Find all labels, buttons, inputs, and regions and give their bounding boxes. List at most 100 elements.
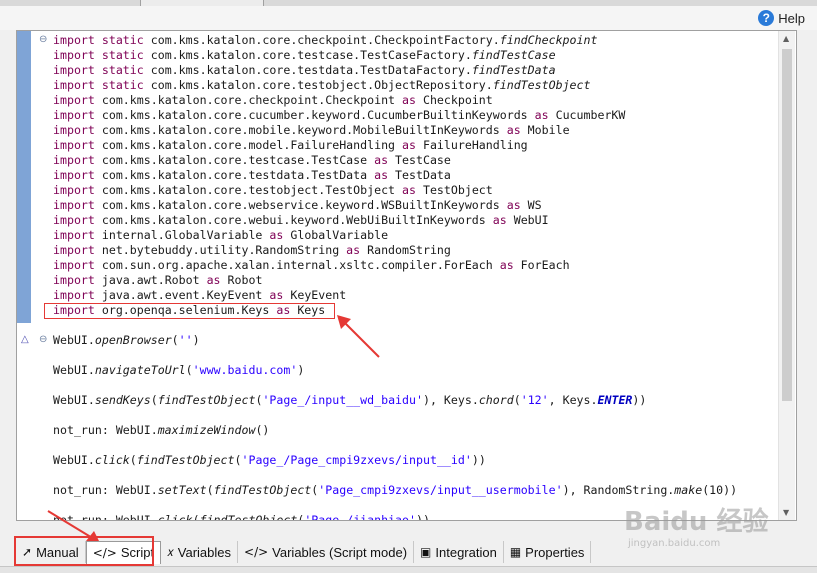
tab-script[interactable]: </> Script [85, 540, 162, 564]
code-token: internal.GlobalVariable [94, 228, 270, 242]
code-token: 'Page_/Page_cmpi9zxevs/input__id' [241, 453, 472, 467]
tab-variables-script-mode[interactable]: </> Variables (Script mode) [238, 541, 415, 563]
code-line[interactable]: not_run: WebUI.setText(findTestObject('P… [53, 483, 778, 498]
code-token: ( [206, 483, 214, 497]
code-token: as [499, 258, 514, 272]
code-token: setText [157, 483, 207, 497]
tab-manual[interactable]: ➚ Manual [16, 541, 86, 563]
tab-variables[interactable]: 𝑥 Variables [161, 541, 239, 563]
editor-mode-tabs: ➚ Manual </> Script 𝑥 Variables </> Variables (… [16, 540, 592, 564]
code-token: as [206, 273, 221, 287]
fold-marker-icon[interactable]: △ [21, 334, 29, 345]
code-line[interactable]: import com.kms.katalon.core.webui.keywor… [53, 213, 778, 228]
code-token: ( [171, 333, 179, 347]
code-token: 'Page_/input__wd_baidu' [262, 393, 423, 407]
code-line[interactable]: WebUI.navigateToUrl('www.baidu.com') [53, 363, 778, 378]
code-token: WebUI. [53, 363, 95, 377]
code-token: com.kms.katalon.core.checkpoint.Checkpoi… [143, 33, 500, 47]
tab-properties[interactable]: ▦ Properties [504, 541, 592, 563]
code-token: '' [178, 333, 193, 347]
script-editor[interactable]: ⊖ △ ⊖ import static com.kms.katalon.core… [16, 30, 797, 521]
code-line[interactable]: import java.awt.Robot as Robot [53, 273, 778, 288]
scrollbar-thumb[interactable] [782, 49, 792, 401]
code-token: as [346, 243, 361, 257]
code-line[interactable]: import com.kms.katalon.core.mobile.keywo… [53, 123, 778, 138]
code-token: com.kms.katalon.core.testobject.TestObje… [94, 183, 403, 197]
code-line[interactable]: WebUI.openBrowser('') [53, 333, 778, 348]
code-token: as [534, 108, 549, 122]
code-line[interactable]: import com.kms.katalon.core.testobject.T… [53, 183, 778, 198]
scroll-up-icon[interactable]: ▲ [783, 34, 789, 43]
tab-integration[interactable]: ▣ Integration [414, 541, 504, 563]
code-token: WebUI. [53, 333, 95, 347]
code-token: com.kms.katalon.core.cucumber.keyword.Cu… [94, 108, 535, 122]
code-line[interactable]: not_run: WebUI.click(findTestObject('Pag… [53, 513, 778, 521]
code-token: net.bytebuddy.utility.RandomString [94, 243, 347, 257]
scroll-down-icon[interactable]: ▼ [783, 508, 789, 517]
fold-collapse-icon[interactable]: ⊖ [39, 334, 47, 345]
code-text[interactable]: import static com.kms.katalon.core.check… [53, 33, 778, 521]
vertical-scrollbar[interactable]: ▲ ▼ [778, 31, 795, 520]
code-token: ), RandomString. [562, 483, 675, 497]
code-line[interactable]: import static com.kms.katalon.core.check… [53, 33, 778, 48]
code-line[interactable]: import com.kms.katalon.core.testdata.Tes… [53, 168, 778, 183]
fold-collapse-icon[interactable]: ⊖ [39, 34, 47, 45]
code-line[interactable]: import static com.kms.katalon.core.testc… [53, 48, 778, 63]
code-token: not_run: WebUI. [53, 423, 158, 437]
code-token: TestObject [415, 183, 493, 197]
code-token: maximizeWindow [157, 423, 256, 437]
code-line[interactable]: import com.kms.katalon.core.cucumber.key… [53, 108, 778, 123]
code-line[interactable]: import com.sun.org.apache.xalan.internal… [53, 258, 778, 273]
code-token: (10)) [702, 483, 738, 497]
code-token: Robot [220, 273, 263, 287]
code-token: ( [513, 393, 521, 407]
code-line[interactable]: import com.kms.katalon.core.testcase.Tes… [53, 153, 778, 168]
code-token: as [402, 183, 416, 197]
code-token: findTestObject [136, 453, 235, 467]
code-line[interactable]: import com.kms.katalon.core.model.Failur… [53, 138, 778, 153]
code-token: GlobalVariable [283, 228, 389, 242]
code-token: sendKeys [94, 393, 151, 407]
code-token: import [53, 153, 95, 167]
code-line[interactable]: import org.openqa.selenium.Keys as Keys [53, 303, 778, 318]
code-token: , Keys. [548, 393, 598, 407]
code-line[interactable]: import java.awt.event.KeyEvent as KeyEve… [53, 288, 778, 303]
code-token: import [53, 258, 95, 272]
code-token: com.kms.katalon.core.testcase.TestCaseFa… [143, 48, 472, 62]
code-line[interactable]: WebUI.sendKeys(findTestObject('Page_/inp… [53, 393, 778, 408]
help-icon: ? [758, 10, 775, 26]
code-line[interactable]: import static com.kms.katalon.core.testo… [53, 78, 778, 93]
help-button[interactable]: ? Help [758, 10, 805, 26]
code-token: ) [297, 363, 305, 377]
code-line[interactable]: import net.bytebuddy.utility.RandomStrin… [53, 243, 778, 258]
code-line[interactable]: not_run: WebUI.maximizeWindow() [53, 423, 778, 438]
code-token: RandomString [360, 243, 451, 257]
code-token: as [506, 123, 521, 137]
code-token: findTestObject [199, 513, 298, 521]
code-token: as [492, 213, 507, 227]
code-token: as [276, 303, 291, 317]
code-token: com.kms.katalon.core.webservice.keyword.… [94, 198, 507, 212]
code-line[interactable]: import static com.kms.katalon.core.testd… [53, 63, 778, 78]
code-token: import [53, 228, 95, 242]
code-token: WebUI [506, 213, 549, 227]
code-token: java.awt.event.KeyEvent [94, 288, 270, 302]
code-token: org.openqa.selenium.Keys [94, 303, 277, 317]
code-token: KeyEvent [283, 288, 347, 302]
code-line[interactable]: import com.kms.katalon.core.checkpoint.C… [53, 93, 778, 108]
code-token: WS [520, 198, 542, 212]
editor-toolbar: ? Help [0, 6, 817, 30]
code-line[interactable]: WebUI.click(findTestObject('Page_/Page_c… [53, 453, 778, 468]
tab-label: Script [120, 545, 155, 560]
code-line[interactable]: import internal.GlobalVariable as Global… [53, 228, 778, 243]
code-token: import [53, 93, 95, 107]
code-token: import static [53, 48, 144, 62]
code-token: CucumberKW [548, 108, 626, 122]
code-token: ( [129, 453, 137, 467]
code-line[interactable]: import com.kms.katalon.core.webservice.k… [53, 198, 778, 213]
code-token: ( [150, 393, 158, 407]
